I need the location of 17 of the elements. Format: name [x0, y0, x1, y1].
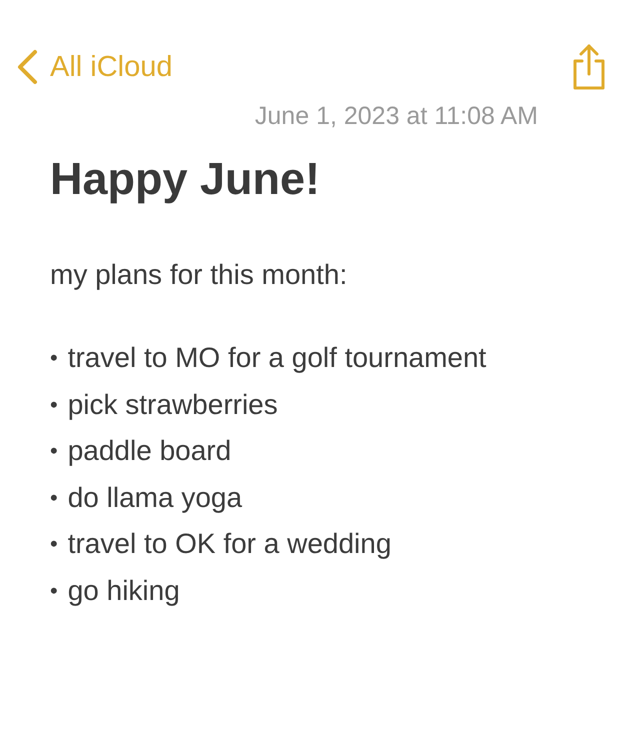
back-button[interactable]: All iCloud [16, 49, 172, 85]
list-item: travel to OK for a wedding [68, 528, 392, 560]
note-title: Happy June! [50, 153, 322, 205]
list-item: paddle board [68, 435, 232, 468]
list-item: pick strawberries [68, 388, 278, 421]
bullet: • [50, 578, 58, 604]
bullet: • [50, 531, 58, 558]
chevron-left-icon [16, 49, 38, 85]
bullet: • [50, 484, 58, 511]
bullet: • [50, 345, 58, 372]
list-item: go hiking [68, 574, 180, 607]
bullet: • [50, 392, 58, 418]
bullet: • [50, 438, 58, 464]
note-date: June 1, 2023 at 11:08 AM [254, 102, 538, 131]
note-text: my plans for this month: [50, 259, 348, 291]
list-item: travel to MO for a golf tournament [68, 342, 486, 374]
list-item: do llama yoga [68, 482, 242, 514]
